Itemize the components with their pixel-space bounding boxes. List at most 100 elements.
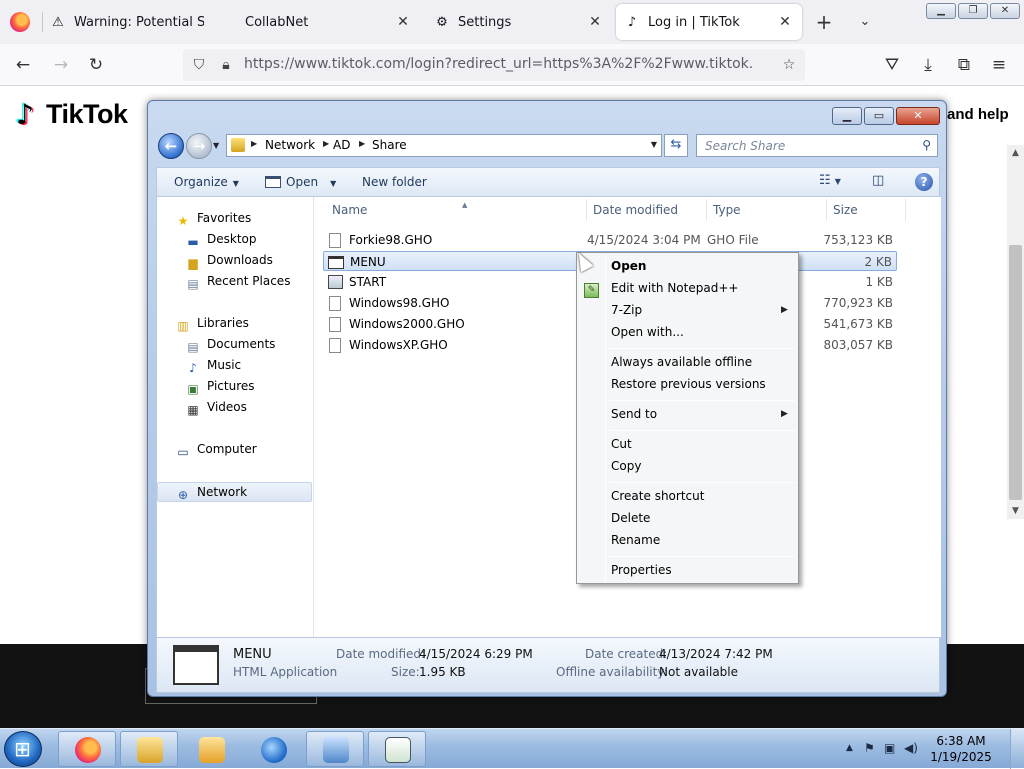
breadcrumb-arrow-icon[interactable]: ▶ (359, 139, 365, 148)
start-button[interactable] (4, 731, 42, 767)
nav-computer[interactable]: ▭ Computer (175, 442, 256, 462)
column-divider[interactable] (905, 199, 906, 221)
column-divider[interactable] (706, 199, 707, 221)
column-header-type[interactable]: Type (713, 203, 741, 217)
menu-item-7zip[interactable]: 7-Zip (611, 303, 642, 317)
downloads-icon[interactable]: ⤓ (917, 54, 939, 76)
menu-item-open-with[interactable]: Open with... (611, 325, 684, 339)
address-bar[interactable]: ▶ Network ▶ AD ▶ Share ▼ (226, 134, 662, 157)
nav-videos[interactable]: ▦ Videos (185, 400, 247, 420)
breadcrumb-ad[interactable]: AD (333, 138, 350, 152)
page-scrollbar[interactable]: ▲ ▼ (1007, 145, 1024, 519)
scroll-down-icon[interactable]: ▼ (1007, 503, 1024, 519)
menu-item-delete[interactable]: Delete (611, 511, 650, 525)
tab-settings[interactable]: ⚙ Settings ✕ (426, 4, 612, 40)
menu-item-open[interactable]: Open (611, 259, 646, 273)
close-icon[interactable]: ✕ (586, 13, 604, 31)
close-icon[interactable]: ✕ (394, 13, 412, 31)
table-row[interactable]: Forkie98.GHO 4/15/2024 3:04 PM GHO File … (323, 230, 897, 250)
menu-item-always-offline[interactable]: Always available offline (611, 355, 752, 369)
menu-hamburger-icon[interactable]: ≡ (988, 54, 1010, 76)
nav-libraries[interactable]: ▥ Libraries (175, 316, 249, 336)
back-arrow-icon[interactable]: ← (12, 54, 34, 76)
nav-network[interactable]: ⊕ Network (157, 482, 312, 502)
firefox-logo-icon[interactable] (10, 12, 30, 32)
network-status-icon[interactable]: ▣ (884, 741, 895, 755)
menu-item-rename[interactable]: Rename (611, 533, 660, 547)
explorer-maximize-button[interactable]: ▭ (864, 107, 894, 125)
menu-item-properties[interactable]: Properties (611, 563, 672, 577)
minimize-window-button[interactable]: ▁ (926, 3, 956, 19)
url-bar[interactable]: ⛉ 🔒︎ https://www.tiktok.com/login?redire… (183, 49, 805, 81)
breadcrumb-share[interactable]: Share (372, 138, 407, 152)
list-all-tabs-icon[interactable]: ⌄ (855, 12, 875, 32)
column-header-size[interactable]: Size (833, 203, 858, 217)
recent-pages-icon[interactable]: ▼ (213, 141, 219, 150)
taskbar-explorer[interactable] (120, 731, 178, 767)
nav-desktop[interactable]: ▬ Desktop (185, 232, 256, 252)
breadcrumb-arrow-icon[interactable]: ▶ (323, 139, 329, 148)
view-options-icon[interactable]: ☷ ▼ (819, 173, 841, 188)
nav-documents[interactable]: ▤ Documents (185, 337, 275, 357)
show-desktop-button[interactable] (1010, 729, 1024, 769)
close-icon[interactable]: ✕ (776, 13, 794, 31)
tab-warning[interactable]: ⚠ Warning: Potential Secu (50, 4, 232, 40)
volume-icon[interactable]: ◀) (904, 741, 918, 755)
column-divider[interactable] (586, 199, 587, 221)
breadcrumb-arrow-icon[interactable]: ▶ (251, 139, 257, 148)
search-icon[interactable]: ⚲ (922, 138, 931, 152)
url-text[interactable]: https://www.tiktok.com/login?redirect_ur… (244, 56, 754, 72)
address-dropdown-icon[interactable]: ▼ (651, 140, 657, 149)
taskbar-notepad[interactable] (368, 731, 426, 767)
scroll-up-icon[interactable]: ▲ (1007, 145, 1024, 161)
column-header-name[interactable]: Name ▲ (332, 201, 467, 217)
breadcrumb-network[interactable]: Network (265, 138, 315, 152)
action-center-flag-icon[interactable]: ⚑ (864, 741, 875, 755)
search-input[interactable]: Search Share ⚲ (696, 134, 938, 157)
close-window-button[interactable]: ✕ (990, 3, 1020, 19)
bookmark-star-icon[interactable]: ☆ (779, 55, 799, 75)
nav-music[interactable]: ♪ Music (185, 358, 241, 378)
menu-item-send-to[interactable]: Send to (611, 407, 657, 421)
menu-item-cut[interactable]: Cut (611, 437, 632, 451)
explorer-minimize-button[interactable]: ▁ (832, 107, 862, 125)
menu-item-edit-notepad[interactable]: Edit with Notepad++ (611, 281, 738, 295)
taskbar-thunderbird[interactable] (244, 731, 302, 767)
details-date-modified: 4/15/2024 6:29 PM (419, 647, 533, 661)
nav-pictures[interactable]: ▣ Pictures (185, 379, 254, 399)
show-hidden-icons-icon[interactable]: ▲ (846, 743, 853, 753)
scroll-thumb[interactable] (1009, 245, 1022, 500)
tab-collabnet[interactable]: CollabNet ✕ (235, 4, 420, 40)
menu-item-create-shortcut[interactable]: Create shortcut (611, 489, 704, 503)
new-folder-button[interactable]: New folder (362, 175, 427, 189)
lock-icon[interactable]: 🔒︎ (216, 55, 236, 75)
column-header-date[interactable]: Date modified (593, 203, 678, 217)
tracking-shield-icon[interactable]: ⛉ (189, 55, 209, 75)
nav-recent-places[interactable]: ▤ Recent Places (185, 274, 290, 294)
new-tab-icon[interactable]: + (814, 12, 834, 32)
preview-pane-icon[interactable]: ◫ (872, 173, 884, 188)
explorer-close-button[interactable]: ✕ (896, 107, 940, 125)
menu-item-restore-versions[interactable]: Restore previous versions (611, 377, 766, 391)
tiktok-logo[interactable]: ♪ TikTok (16, 99, 128, 130)
tab-tiktok-login[interactable]: ♪ Log in | TikTok ✕ (616, 4, 802, 40)
help-icon[interactable]: ? (915, 173, 933, 191)
pocket-icon[interactable]: ⛛ (881, 54, 903, 76)
restore-window-button[interactable]: ❐ (958, 3, 988, 19)
forward-button[interactable]: → (186, 133, 212, 159)
taskbar-clock[interactable]: 6:38 AM 1/19/2025 (926, 733, 996, 765)
back-button[interactable]: ← (158, 133, 184, 159)
taskbar-firefox[interactable] (58, 731, 116, 767)
nav-downloads[interactable]: ▆ Downloads (185, 253, 273, 273)
refresh-icon[interactable]: ⇆ (664, 134, 688, 157)
column-divider[interactable] (826, 199, 827, 221)
taskbar-control-panel[interactable] (306, 731, 364, 767)
open-button[interactable]: Open ▼ (265, 175, 336, 189)
taskbar-media-player[interactable] (182, 731, 240, 767)
extensions-icon[interactable]: ⧉ (953, 54, 975, 76)
menu-item-copy[interactable]: Copy (611, 459, 641, 473)
nav-favorites[interactable]: ★ Favorites (175, 211, 252, 231)
reload-icon[interactable]: ↻ (85, 54, 107, 76)
organize-button[interactable]: Organize ▼ (174, 175, 239, 189)
forward-arrow-icon[interactable]: → (50, 54, 72, 76)
